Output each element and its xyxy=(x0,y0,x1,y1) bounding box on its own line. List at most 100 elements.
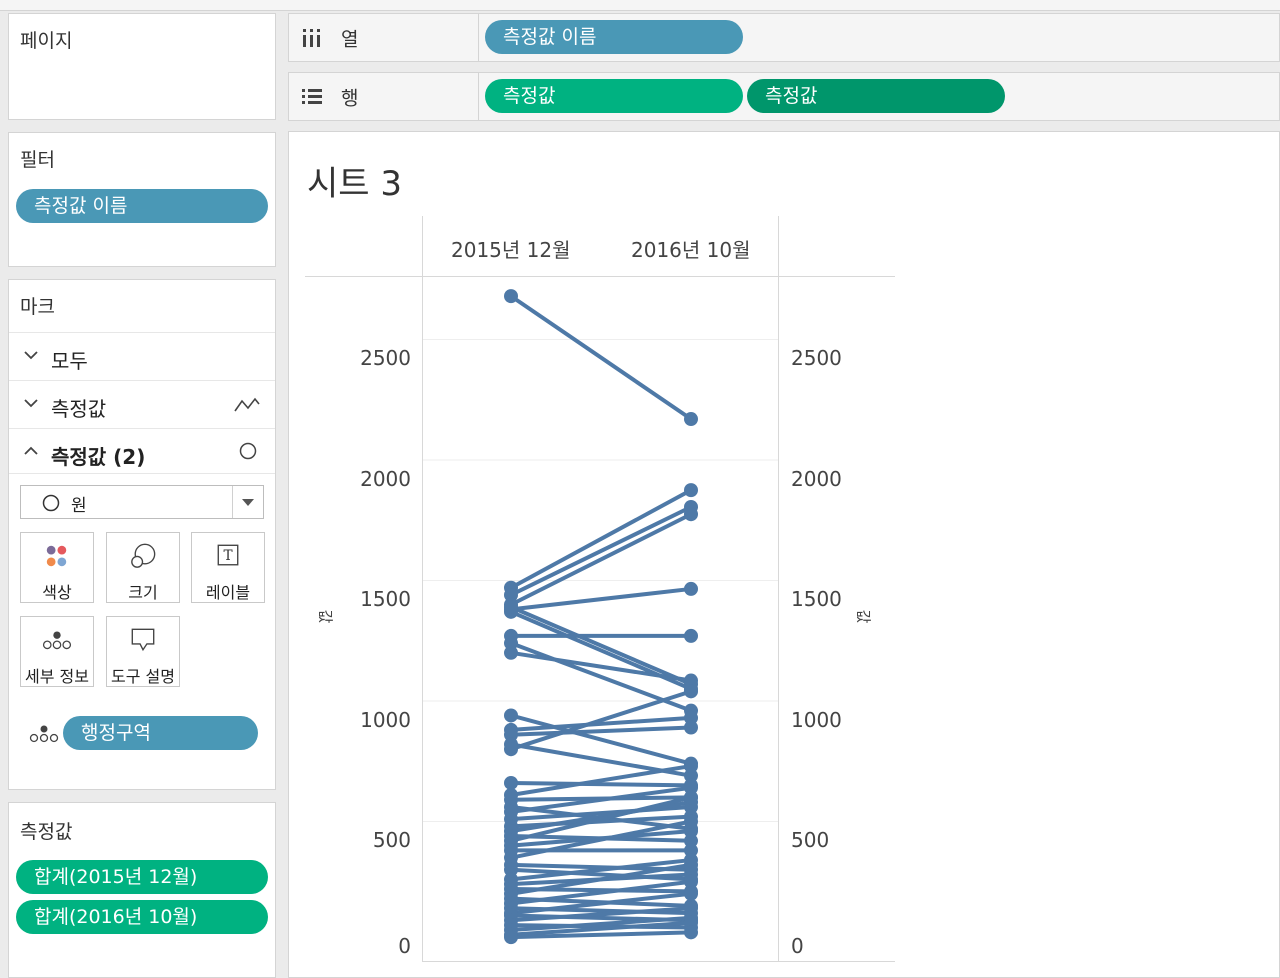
data-point[interactable] xyxy=(684,483,698,498)
series-line[interactable] xyxy=(509,780,693,788)
data-point[interactable] xyxy=(684,886,698,901)
left-axis-tick: 1000 xyxy=(360,708,411,732)
column-header-2015-12: 2015년 12월 xyxy=(451,238,571,262)
data-point[interactable] xyxy=(504,775,518,790)
rows-pill-measure-values-1[interactable]: 측정값 xyxy=(485,79,743,113)
marks-row-measure-values[interactable]: 측정값 xyxy=(9,380,275,429)
series-line[interactable] xyxy=(509,294,693,422)
plot-area[interactable] xyxy=(423,277,778,961)
chevron-down-icon xyxy=(24,399,38,408)
left-axis-tick: 0 xyxy=(398,934,411,958)
filter-pill-measure-names[interactable]: 측정값 이름 xyxy=(16,189,268,223)
chevron-up-icon xyxy=(24,446,38,455)
pane-right-border xyxy=(778,216,779,962)
right-axis-tick: 2500 xyxy=(791,346,842,370)
left-axis: 2500 2000 1500 1000 500 0 xyxy=(305,216,411,974)
tooltip-label: 도구 설명 xyxy=(111,667,175,686)
data-point[interactable] xyxy=(684,814,698,829)
measure-pill-2016-10[interactable]: 합계(2016년 10월) xyxy=(16,900,268,934)
sheet-title: 시트 3 xyxy=(307,164,402,204)
pages-title: 페이지 xyxy=(20,30,73,52)
data-point[interactable] xyxy=(504,742,518,757)
data-point[interactable] xyxy=(504,289,518,304)
chart[interactable]: 2015년 12월 2016년 10월 2500 2000 1500 1000 … xyxy=(305,216,895,974)
series-line[interactable] xyxy=(509,605,693,687)
data-point[interactable] xyxy=(684,412,698,427)
measure-values-title: 측정값 xyxy=(20,821,73,843)
marks-title: 마크 xyxy=(20,296,55,318)
size-button[interactable]: 크기 xyxy=(106,532,180,603)
color-label: 색상 xyxy=(42,583,72,602)
data-point[interactable] xyxy=(684,720,698,735)
right-axis-tick: 1500 xyxy=(791,587,842,611)
series-line[interactable] xyxy=(509,488,693,590)
svg-text:T: T xyxy=(223,548,232,564)
data-point[interactable] xyxy=(684,507,698,522)
data-point[interactable] xyxy=(504,708,518,723)
columns-shelf-label: 열 xyxy=(289,14,479,61)
marks-card[interactable]: 마크 모두 측정값 측정값 (2) 원 색상 크기 T 레이블 세부 정보 도구… xyxy=(8,279,276,790)
columns-icon xyxy=(303,28,320,47)
rows-shelf[interactable]: 행 측정값 측정값 xyxy=(288,72,1280,121)
data-point[interactable] xyxy=(684,925,698,940)
tooltip-button[interactable]: 도구 설명 xyxy=(106,616,180,687)
data-point[interactable] xyxy=(684,628,698,643)
label-button[interactable]: T 레이블 xyxy=(191,532,265,603)
data-point[interactable] xyxy=(684,759,698,774)
right-axis-tick: 500 xyxy=(791,828,830,852)
chevron-down-icon xyxy=(24,351,38,360)
right-axis-tick: 2000 xyxy=(791,467,842,491)
data-point[interactable] xyxy=(504,930,518,945)
mark-type-value: 원 xyxy=(71,496,87,516)
view-area[interactable]: 시트 3 2015년 12월 2016년 10월 2500 2000 1500 … xyxy=(288,131,1280,978)
data-point[interactable] xyxy=(504,600,518,615)
dropdown-arrow-icon xyxy=(242,499,254,506)
line-mark-icon xyxy=(234,397,260,412)
size-icon xyxy=(131,543,156,568)
data-point[interactable] xyxy=(504,645,518,660)
rows-shelf-label: 행 xyxy=(289,73,479,120)
data-point[interactable] xyxy=(684,790,698,805)
column-header-2016-10: 2016년 10월 xyxy=(631,238,751,262)
right-axis-tick: 0 xyxy=(791,934,804,958)
marks-row-measure-values-2[interactable]: 측정값 (2) xyxy=(9,428,275,474)
rows-icon xyxy=(302,88,322,104)
marks-row-all[interactable]: 모두 xyxy=(9,332,275,381)
left-axis-tick: 500 xyxy=(372,828,411,852)
detail-icon xyxy=(29,725,59,743)
left-axis-tick: 1500 xyxy=(360,587,411,611)
detail-button[interactable]: 세부 정보 xyxy=(20,616,94,687)
right-axis-tick: 1000 xyxy=(791,708,842,732)
mark-type-dropdown[interactable]: 원 xyxy=(20,485,264,519)
top-strip xyxy=(0,0,1280,11)
dropdown-divider xyxy=(232,486,233,518)
rows-pill-measure-values-2[interactable]: 측정값 xyxy=(747,79,1005,113)
label-label: 레이블 xyxy=(205,583,251,602)
detail-pill-region[interactable]: 행정구역 xyxy=(63,716,258,750)
measure-values-card[interactable]: 측정값 합계(2015년 12월) 합계(2016년 10월) xyxy=(8,802,276,978)
filters-title: 필터 xyxy=(20,149,55,171)
left-axis-tick: 2500 xyxy=(360,346,411,370)
left-axis-title: 값 xyxy=(316,609,335,624)
rows-label: 행 xyxy=(341,87,359,109)
marks-row-all-label: 모두 xyxy=(51,349,88,373)
columns-pill-measure-names[interactable]: 측정값 이름 xyxy=(485,20,743,54)
color-icon xyxy=(46,545,67,567)
marks-row-measure-values-2-label: 측정값 (2) xyxy=(51,445,146,469)
detail-label: 세부 정보 xyxy=(25,667,89,686)
data-point[interactable] xyxy=(684,581,698,596)
data-point[interactable] xyxy=(684,874,698,889)
pages-card[interactable]: 페이지 xyxy=(8,13,276,120)
circle-icon xyxy=(42,494,60,512)
data-point[interactable] xyxy=(684,684,698,699)
data-point[interactable] xyxy=(684,857,698,872)
marks-row-measure-values-label: 측정값 xyxy=(51,397,107,421)
series-line[interactable] xyxy=(509,504,693,597)
columns-shelf[interactable]: 열 측정값 이름 xyxy=(288,13,1280,62)
color-button[interactable]: 색상 xyxy=(20,532,94,603)
tooltip-icon xyxy=(131,628,155,652)
measure-pill-2015-12[interactable]: 합계(2015년 12월) xyxy=(16,860,268,894)
detail-icon xyxy=(42,631,72,650)
right-axis: 2500 2000 1500 1000 500 0 xyxy=(791,216,861,974)
filters-card[interactable]: 필터 측정값 이름 xyxy=(8,132,276,267)
